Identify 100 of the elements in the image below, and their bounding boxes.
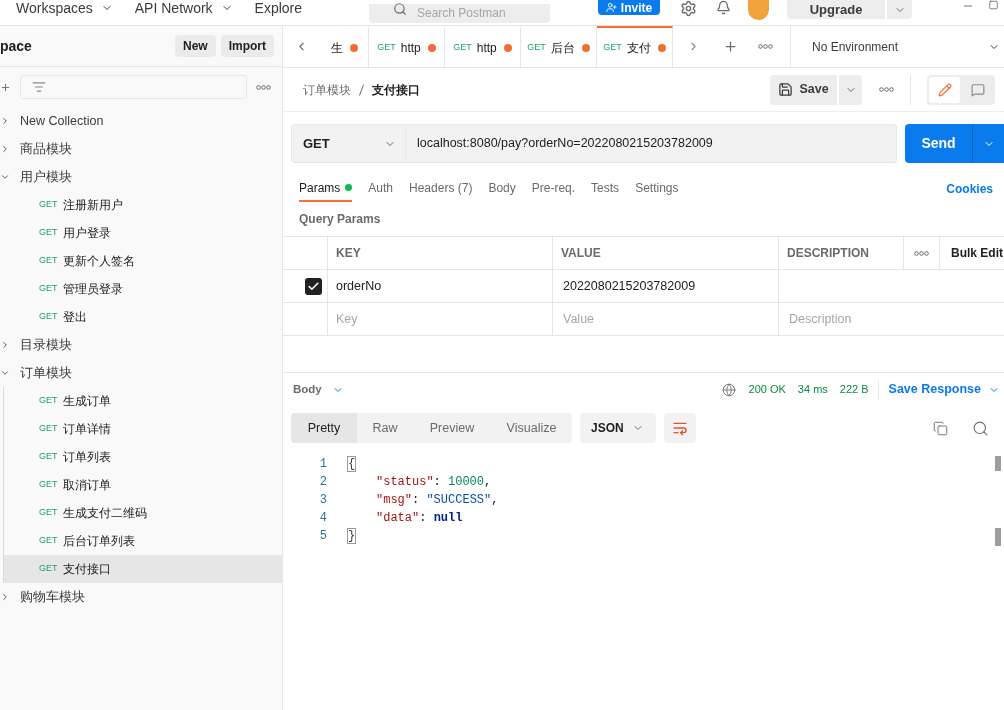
more-icon[interactable] [914,250,929,256]
checkbox[interactable] [305,277,322,295]
invite-button[interactable]: Invite [598,0,660,15]
environment-select[interactable]: No Environment [790,26,1004,67]
collection-item[interactable]: 用户模块 [0,163,282,191]
search-field[interactable]: Search Postman [369,3,550,23]
more-icon[interactable] [879,87,894,92]
send-button[interactable]: Send [905,124,972,163]
request-section-tab[interactable]: Headers (7) [409,175,473,202]
search-icon[interactable] [972,419,989,437]
request-item[interactable]: GET 生成订单 [4,387,282,415]
param-value: 2022080215203782009 [563,277,696,295]
plus-icon [722,39,738,54]
section-title: Query Params [299,211,381,228]
request-tab[interactable]: GET http [445,26,521,67]
request-section-tab[interactable]: Params [299,175,353,202]
format-select[interactable]: JSON [580,413,656,443]
param-key: orderNo [336,276,382,296]
request-item[interactable]: GET 登出 [4,303,282,331]
search-icon [393,2,407,16]
collection-item[interactable]: 购物车模块 [0,583,282,611]
view-tab[interactable]: Pretty [291,413,357,443]
request-section-tab[interactable]: Settings [635,175,679,202]
request-item[interactable]: GET 注册新用户 [4,191,282,219]
sidebar-button[interactable]: New [174,35,216,57]
scroll-marker [995,528,1001,546]
collection-item[interactable]: 目录模块 [0,331,282,359]
cookies-link[interactable]: Cookies [946,179,993,198]
check-icon [307,279,320,293]
request-section-tab[interactable]: Auth [368,175,394,202]
line-number: 4 [319,510,327,527]
view-tab[interactable]: Visualize [491,413,572,443]
line-number: 3 [319,492,327,509]
workspace-name: pace [0,36,32,56]
request-item[interactable]: GET 更新个人签名 [4,247,282,275]
collection-item[interactable]: 订单模块 [0,359,282,387]
column-header: KEY [328,237,553,269]
filter-icon [32,80,46,94]
breadcrumb-link[interactable]: 订单模块 [303,80,351,99]
request-tab[interactable]: GET 支付 [597,26,673,67]
comment-icon [970,82,985,97]
request-item[interactable]: GET 生成支付二维码 [4,499,282,527]
save-button[interactable]: Save [770,74,837,105]
wrap-text-icon [672,420,688,436]
nav-menu[interactable]: API Network [134,0,233,16]
copy-icon[interactable] [933,420,948,436]
filter-field[interactable] [20,75,247,99]
request-item[interactable]: GET 用户登录 [4,219,282,247]
key-input-field[interactable]: Key [328,303,553,335]
column-header: VALUE [553,237,779,269]
sidebar-button[interactable]: Import [220,35,274,57]
bulk-edit-button[interactable]: Bulk Edit [940,237,1004,269]
request-tab[interactable]: 生 [320,26,369,67]
request-item[interactable]: GET 支付接口 [4,555,282,583]
value-input-field[interactable]: Value [553,303,779,335]
more-icon[interactable] [256,84,271,90]
bell-icon[interactable] [716,0,731,15]
description-input-field[interactable]: Description [779,303,1004,335]
line-number: 5 [319,528,327,545]
view-tab[interactable]: Raw [357,413,413,443]
avatar-placeholder[interactable] [748,0,769,20]
wrap-button[interactable] [664,413,696,443]
breadcrumb-title: 支付接口 [372,81,420,99]
plus-icon[interactable] [0,81,11,93]
more-icon[interactable] [757,44,773,49]
line-number: 1 [319,456,327,473]
pencil-icon [937,82,952,97]
upgrade-dropdown-button[interactable] [887,0,912,19]
edit-button[interactable] [929,76,960,103]
url-field[interactable]: localhost:8080/pay?orderNo=2022080215203782009 [406,124,897,163]
request-section-tab[interactable]: Tests [591,175,620,202]
upgrade-button[interactable]: Upgrade [787,0,885,19]
save-response-button[interactable]: Save Response [888,380,1000,399]
request-item[interactable]: GET 取消订单 [4,471,282,499]
response-section-select[interactable]: Body [293,380,344,399]
status-code: 200 OK [748,382,786,398]
request-tab[interactable]: GET http [369,26,445,67]
code-line: "data": null [376,510,463,526]
maximize-icon[interactable] [988,0,999,10]
request-item[interactable]: GET 订单详情 [4,415,282,443]
settings-icon[interactable] [680,0,697,17]
request-item[interactable]: GET 订单列表 [4,443,282,471]
request-section-tab[interactable]: Pre-req. [531,175,576,202]
request-item[interactable]: GET 管理员登录 [4,275,282,303]
globe-icon[interactable] [721,382,736,397]
line-number: 2 [319,474,327,491]
collection-item[interactable]: New Collection [0,107,282,135]
nav-menu[interactable]: Workspaces [16,0,113,16]
view-tab[interactable]: Preview [413,413,491,443]
slash-icon [359,83,364,96]
scroll-marker [995,456,1001,471]
method-select[interactable]: GET [291,124,406,163]
response-time: 34 ms [797,382,828,398]
collection-item[interactable]: 商品模块 [0,135,282,163]
nav-menu[interactable]: Explore [254,0,303,16]
request-section-tab[interactable]: Body [488,175,516,202]
save-icon [778,82,794,97]
request-item[interactable]: GET 后台订单列表 [4,527,282,555]
code-line: "msg": "SUCCESS", [376,492,499,508]
user-plus-icon [605,2,617,13]
